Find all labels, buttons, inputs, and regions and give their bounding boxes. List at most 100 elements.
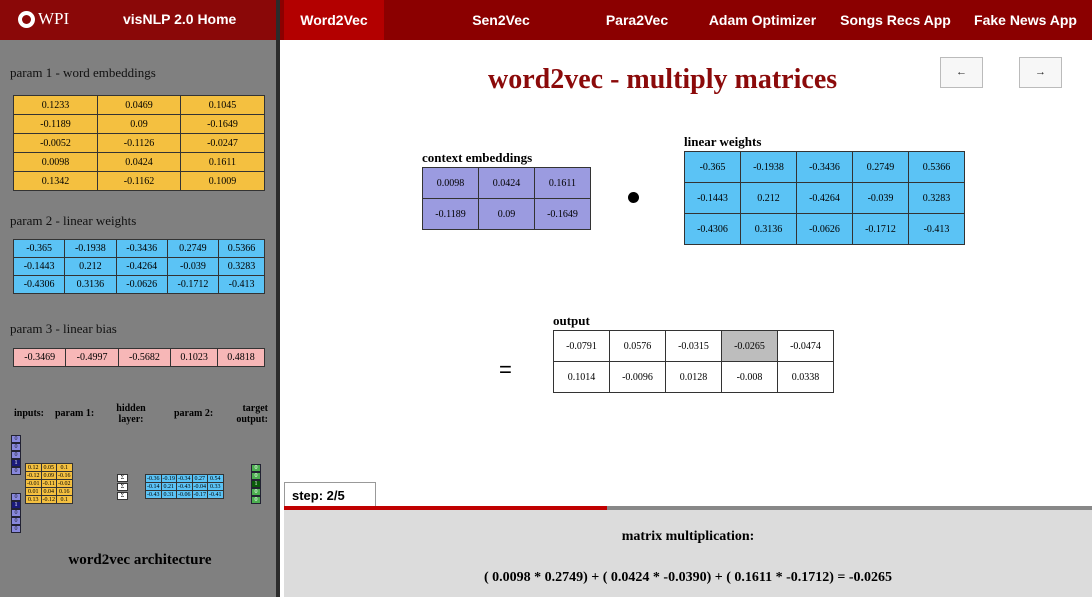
param1-cell: -0.1162 — [96, 171, 181, 191]
nav-para2vec[interactable]: Para2Vec — [578, 0, 696, 40]
param2-row: -0.1443 0.212 -0.4264 -0.039 0.3283 — [12, 257, 265, 276]
input-vector-bottom: 01000 — [11, 493, 21, 533]
mini-param2-cell: 0.54 — [207, 474, 224, 483]
param1-row: 0.1233 0.0469 0.1045 — [13, 95, 266, 115]
explanation-panel: matrix multiplication: ( 0.0098 * 0.2749… — [284, 510, 1092, 597]
param1-cell: -0.0247 — [179, 133, 266, 153]
wpi-logo[interactable]: WPI — [18, 9, 69, 29]
param3-cell: 0.4818 — [217, 348, 265, 367]
arch-hidden-label: hidden layer: — [116, 403, 146, 425]
nav-sen2vec[interactable]: Sen2Vec — [442, 0, 560, 40]
hidden-node: Σ — [117, 483, 128, 491]
param2-label: param 2 - linear weights — [10, 213, 137, 228]
param2-cell: -0.1712 — [166, 275, 220, 294]
target-bit: 0 — [251, 496, 261, 504]
param2-cell: -0.039 — [166, 257, 220, 276]
linear-weights-matrix: -0.365 -0.1938 -0.3436 0.2749 0.5366 -0.1443 0… — [684, 151, 965, 245]
next-step-button[interactable]: → — [1019, 57, 1062, 88]
mini-param1-cell: -0.11 — [40, 479, 57, 488]
context-cell: 0.1611 — [534, 167, 591, 199]
home-link[interactable]: visNLP 2.0 Home — [123, 11, 236, 27]
arch-inputs-label: inputs: — [14, 408, 45, 419]
weights-row: -0.4306 0.3136 -0.0626 -0.1712 -0.413 — [684, 213, 965, 245]
mini-param1: 0.12 0.05 0.1 -0.12 0.09 -0.16 -0.01 -0.11 -0.02… — [25, 463, 73, 504]
seal-icon — [18, 10, 35, 28]
weights-row: -0.1443 0.212 -0.4264 -0.039 0.3283 — [684, 182, 965, 214]
weights-cell: -0.039 — [852, 182, 909, 214]
mini-param1-cell: -0.02 — [56, 479, 73, 488]
nav-word2vec[interactable]: Word2Vec — [284, 0, 384, 40]
equals-sign: = — [499, 357, 512, 382]
arch-param1-label: param 1: — [55, 408, 95, 419]
weights-cell: 0.212 — [740, 182, 797, 214]
mini-param2-row: -0.36 -0.19 -0.34 0.27 0.54 — [145, 474, 224, 483]
param2-cell: 0.3136 — [64, 275, 117, 294]
output-cell: -0.0791 — [553, 330, 610, 362]
output-cell: 0.0338 — [777, 361, 834, 393]
param2-cell: -0.365 — [12, 239, 66, 258]
param1-cell: 0.1611 — [179, 152, 266, 172]
param1-cell: 0.0098 — [13, 152, 98, 172]
mini-param2-cell: -0.43 — [176, 482, 193, 491]
mini-param2-cell: -0.36 — [145, 474, 162, 483]
param3-row: -0.3469 -0.4997 -0.5682 0.1023 0.4818 — [12, 348, 265, 367]
mini-param1-cell: 0.05 — [40, 463, 57, 472]
context-cell: 0.09 — [478, 198, 535, 230]
weights-cell: -0.0626 — [796, 213, 853, 245]
weights-cell: -0.1443 — [684, 182, 741, 214]
param3-cell: -0.4997 — [65, 348, 119, 367]
arch-target-label: target output: — [236, 403, 268, 425]
mini-param2: -0.36 -0.19 -0.34 0.27 0.54 -0.14 0.21 -0.43 -0.… — [145, 474, 224, 499]
nav-songs-recs[interactable]: Songs Recs App — [833, 0, 958, 40]
mini-param2-row: -0.14 0.21 -0.43 -0.04 0.33 — [145, 482, 224, 491]
mini-param1-cell: -0.01 — [25, 479, 42, 488]
context-cell: -0.1189 — [422, 198, 479, 230]
input-vector-top: 00010 — [11, 435, 21, 475]
weights-cell: 0.5366 — [908, 151, 965, 183]
nav-adam-optimizer[interactable]: Adam Optimizer — [700, 0, 825, 40]
weights-row: -0.365 -0.1938 -0.3436 0.2749 0.5366 — [684, 151, 965, 183]
mini-param2-cell: 0.27 — [191, 474, 208, 483]
param1-cell: 0.0469 — [96, 95, 181, 115]
param2-row: -0.365 -0.1938 -0.3436 0.2749 0.5366 — [12, 239, 265, 258]
mini-param2-cell: -0.14 — [145, 482, 162, 491]
param3-cell: -0.5682 — [117, 348, 172, 367]
target-bit: 1 — [251, 480, 261, 488]
mini-param2-cell: -0.41 — [207, 490, 224, 499]
param1-cell: 0.1233 — [13, 95, 98, 115]
prev-step-button[interactable]: ← — [940, 57, 983, 88]
output-cell: -0.008 — [721, 361, 778, 393]
parameters-sidebar: param 1 - word embeddings 0.1233 0.0469 0.… — [0, 40, 280, 597]
output-cell: -0.0096 — [609, 361, 666, 393]
context-embeddings-matrix: 0.0098 0.0424 0.1611 -0.1189 0.09 -0.1649 — [422, 167, 591, 230]
param1-row: 0.0098 0.0424 0.1611 — [13, 152, 266, 172]
target-vector: 00100 — [251, 464, 261, 504]
param2-cell: 0.3283 — [218, 257, 265, 276]
output-cell: -0.0265 — [721, 330, 778, 362]
mini-param1-cell: 0.13 — [25, 495, 42, 504]
param1-row: -0.0052 -0.1126 -0.0247 — [13, 133, 266, 153]
mini-param1-cell: 0.09 — [40, 471, 57, 480]
param2-cell: -0.413 — [218, 275, 265, 294]
mini-param1-cell: 0.01 — [25, 487, 42, 496]
param3-cell: -0.3469 — [12, 348, 67, 367]
matrix-multiplication-formula: ( 0.0098 * 0.2749) + ( 0.0424 * -0.0390)… — [483, 570, 893, 585]
param2-row: -0.4306 0.3136 -0.0626 -0.1712 -0.413 — [12, 275, 265, 294]
weights-cell: 0.3283 — [908, 182, 965, 214]
logo-text: WPI — [38, 9, 70, 28]
mini-param1-cell: 0.1 — [56, 463, 73, 472]
param3-cell: 0.1023 — [170, 348, 219, 367]
nav-fake-news[interactable]: Fake News App — [962, 0, 1089, 40]
context-row: 0.0098 0.0424 0.1611 — [422, 167, 591, 199]
param2-cell: 0.2749 — [166, 239, 220, 258]
mini-param1-row: 0.12 0.05 0.1 — [25, 463, 73, 472]
param1-cell: 0.1009 — [179, 171, 266, 191]
mini-param1-row: 0.01 0.04 0.16 — [25, 487, 73, 496]
output-cell: 0.0128 — [665, 361, 722, 393]
mini-param2-cell: 0.33 — [207, 482, 224, 491]
weights-cell: -0.4264 — [796, 182, 853, 214]
target-bit: 0 — [251, 464, 261, 472]
target-bit: 0 — [251, 488, 261, 496]
context-cell: -0.1649 — [534, 198, 591, 230]
param1-cell: -0.1189 — [13, 114, 98, 134]
